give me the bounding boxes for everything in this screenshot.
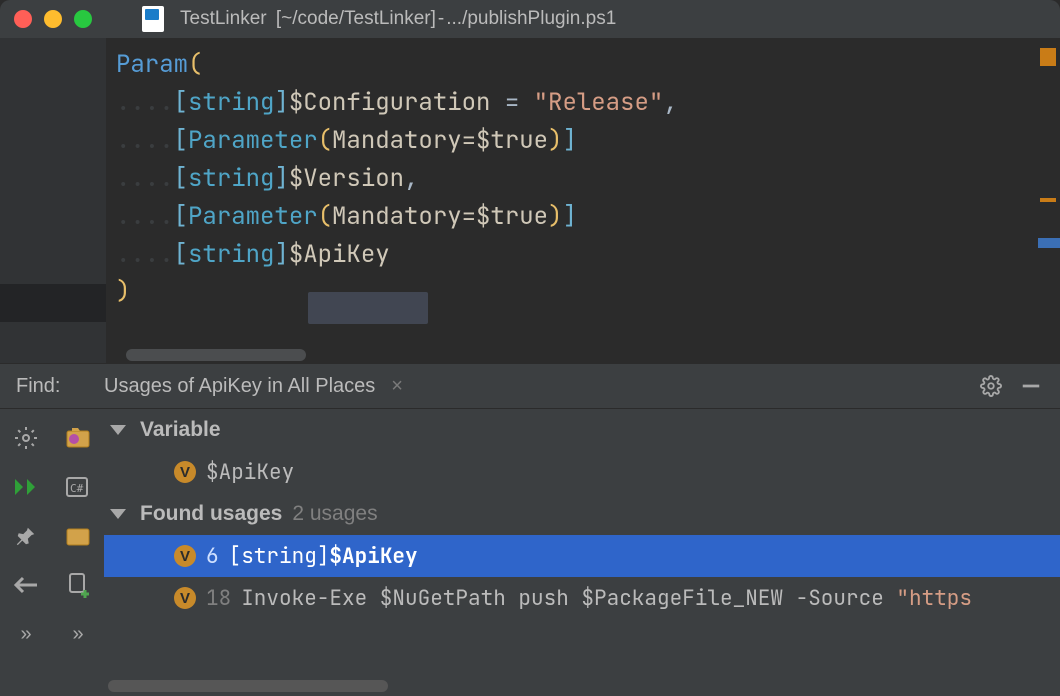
code-bracket: [ [174,125,188,156]
code-ident: Mandatory= [332,201,476,232]
find-label: Find: [0,375,100,398]
back-icon[interactable] [13,572,39,598]
results-group-variable[interactable]: Variable [104,409,1060,451]
code-whitespace: .... [116,163,174,194]
new-scope-icon[interactable] [65,572,91,598]
flat-icon[interactable] [65,523,91,549]
find-tool-header: Find: Usages of ApiKey in All Places × [0,363,1060,409]
maximize-window-button[interactable] [74,10,92,28]
editor[interactable]: Param( ....[string]$Configuration = "Rel… [0,38,1060,363]
code-whitespace: .... [116,87,174,118]
group-count: 2 usages [292,502,377,526]
editor-marker[interactable] [1040,198,1056,202]
code-ident: Mandatory= [332,125,476,156]
title-path: [~/code/TestLinker] [276,8,436,30]
code-whitespace: .... [116,125,174,156]
code-paren: ( [188,49,202,80]
results-group-usages[interactable]: Found usages 2 usages [104,493,1060,535]
code-bracket: [ [174,239,188,270]
variable-icon: V [174,461,196,483]
close-window-button[interactable] [14,10,32,28]
code-type: string [188,163,274,194]
editor-horizontal-scrollbar[interactable] [126,349,306,361]
results-horizontal-scrollbar[interactable] [108,680,388,692]
scope-icon[interactable] [65,425,91,451]
code-whitespace: .... [116,239,174,270]
pin-icon[interactable] [13,523,39,549]
code-bracket: ] [274,239,288,270]
editor-selection [308,292,428,324]
group-heading: Found usages [140,502,282,526]
window-title: TestLinker [~/code/TestLinker] - .../pub… [180,8,616,30]
title-file: .../publishPlugin.ps1 [446,8,616,30]
result-line-number: 18 [206,585,231,612]
find-toolbar-right: C# » [52,409,104,696]
code-bracket: [ [174,87,188,118]
code-variable: $ApiKey [289,239,390,270]
code-paren: ( [318,125,332,156]
find-results-tree[interactable]: Variable V $ApiKey Found usages 2 usages… [104,409,1060,696]
title-project: TestLinker [180,8,267,30]
title-sep: - [438,8,444,30]
code-bracket: ] [562,201,576,232]
more-icon[interactable]: » [13,621,39,647]
code-paren: ) [548,201,562,232]
editor-content[interactable]: Param( ....[string]$Configuration = "Rel… [106,38,1060,363]
code-paren: ) [548,125,562,156]
code-paren: ( [318,201,332,232]
find-tool-body: » C# » Variable V $ApiKey Found usages 2… [0,409,1060,696]
close-tab-button[interactable]: × [391,375,403,398]
expand-icon[interactable] [110,509,126,519]
file-type-icon [142,6,164,32]
filetype-icon[interactable]: C# [65,474,91,500]
code-comma: , [404,163,418,194]
results-item[interactable]: V $ApiKey [104,451,1060,493]
code-bracket: ] [562,125,576,156]
find-description: Usages of ApiKey in All Places [104,375,375,398]
more-icon[interactable]: » [65,621,91,647]
svg-text:C#: C# [70,482,84,495]
code-type: Parameter [188,201,318,232]
result-text: Invoke-Exe $NuGetPath push $PackageFile_… [241,585,972,612]
code-variable: $true [476,125,548,156]
code-type: string [188,239,274,270]
result-line-number: 6 [206,543,219,570]
code-whitespace: .... [116,201,174,232]
group-heading: Variable [140,418,221,442]
minimize-window-button[interactable] [44,10,62,28]
code-type: string [188,87,274,118]
code-bracket: [ [174,163,188,194]
editor-analysis-icon[interactable] [1040,48,1056,66]
settings-icon[interactable] [13,425,39,451]
rerun-icon[interactable] [13,474,39,500]
code-paren: ) [116,276,130,307]
results-item[interactable]: V 18 Invoke-Exe $NuGetPath push $Package… [104,577,1060,619]
titlebar: TestLinker [~/code/TestLinker] - .../pub… [0,0,1060,38]
variable-icon: V [174,587,196,609]
settings-icon[interactable] [980,375,1002,397]
find-toolbar-left: » [0,409,52,696]
code-bracket: [ [174,201,188,232]
variable-icon: V [174,545,196,567]
code-type: Parameter [188,125,318,156]
hide-tool-window-button[interactable] [1020,375,1042,397]
code-keyword: Param [116,49,188,80]
results-item-selected[interactable]: V 6 [string]$ApiKey [104,535,1060,577]
code-comma: , [663,87,677,118]
code-variable: $Configuration [289,87,491,118]
code-bracket: ] [274,163,288,194]
result-text: [string]$ApiKey [229,543,418,570]
editor-marker[interactable] [1038,238,1060,248]
window-controls [14,10,92,28]
code-string: "Release" [534,87,664,118]
code-variable: $true [476,201,548,232]
code-bracket: ] [274,87,288,118]
code-op: = [490,87,533,118]
expand-icon[interactable] [110,425,126,435]
code-variable: $Version [289,163,404,194]
editor-markers-strip[interactable] [1038,38,1060,363]
result-text: $ApiKey [206,459,294,486]
